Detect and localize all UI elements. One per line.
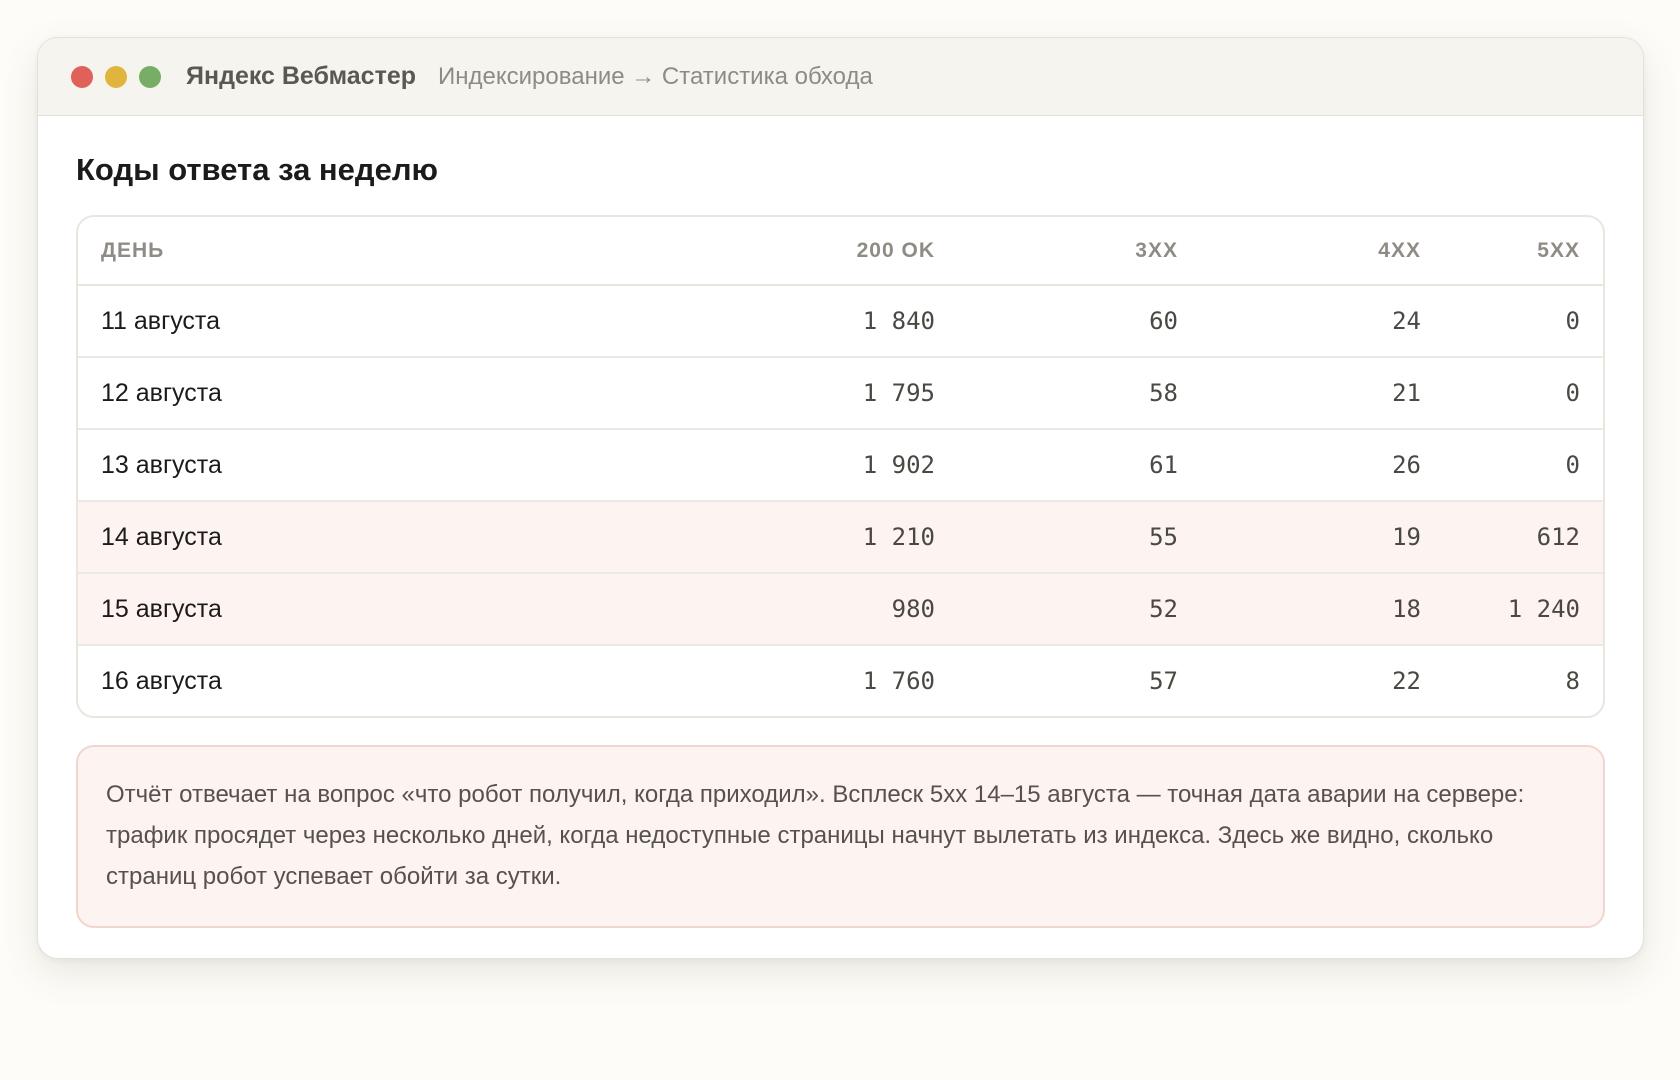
cell-4xx: 18	[1178, 573, 1421, 646]
cell-5xx: 0	[1421, 429, 1603, 502]
column-header-4xx: 4xx	[1178, 217, 1421, 286]
cell-3xx: 57	[1149, 667, 1178, 695]
cell-3xx: 55	[935, 501, 1178, 574]
table-header-row: День 200 OK 3xx 4xx 5xx	[78, 217, 1603, 286]
minimize-window-button[interactable]	[105, 65, 127, 88]
response-codes-table: День 200 OK 3xx 4xx 5xx 11 августа 1 840 6…	[78, 217, 1603, 716]
column-header-day: День	[78, 217, 645, 286]
table-row: 14 августа 1 210 55 19 612	[78, 501, 1603, 574]
cell-5xx: 8	[1565, 667, 1580, 695]
table-row: 12 августа 1 795 58 21 0	[78, 357, 1603, 430]
cell-200-ok: 1 795	[645, 357, 935, 430]
browser-window: Яндекс Вебмастер Индексирование → Статис…	[37, 37, 1644, 959]
column-header-5xx: 5xx	[1421, 217, 1603, 286]
breadcrumb[interactable]: Индексирование → Статистика обхода	[438, 63, 873, 91]
page-title: Коды ответа за неделю	[76, 152, 438, 187]
cell-200-ok: 980	[645, 573, 935, 646]
cell-5xx: 612	[1421, 501, 1603, 574]
info-note: Отчёт отвечает на вопрос «что робот полу…	[76, 745, 1605, 928]
cell-4xx: 24	[1178, 285, 1421, 358]
cell-5xx: 0	[1421, 285, 1603, 358]
response-codes-table-card: День 200 OK 3xx 4xx 5xx 11 августа 1 840 6…	[76, 215, 1605, 718]
cell-200-ok: 1 760	[862, 667, 935, 695]
cell-200-ok: 1 840	[645, 285, 935, 358]
cell-day: 16 августа	[101, 666, 222, 695]
cell-day: 11 августа	[78, 285, 645, 358]
cell-day: 13 августа	[78, 429, 645, 502]
title-bar: Яндекс Вебмастер Индексирование → Статис…	[38, 38, 1643, 116]
cell-4xx: 26	[1178, 429, 1421, 502]
cell-4xx: 22	[1392, 667, 1421, 695]
cell-200-ok: 1 210	[645, 501, 935, 574]
cell-3xx: 60	[935, 285, 1178, 358]
table-row: 16 августа 1 760 57 22 8	[78, 645, 1603, 716]
app-title: Яндекс Вебмастер	[186, 62, 417, 90]
cell-5xx: 1 240	[1421, 573, 1603, 646]
cell-3xx: 52	[935, 573, 1178, 646]
close-window-button[interactable]	[71, 65, 93, 88]
table-body: 11 августа 1 840 60 24 0 12 августа 1 795 58 21 0…	[78, 285, 1603, 716]
table-row: 13 августа 1 902 61 26 0	[78, 429, 1603, 502]
cell-200-ok: 1 902	[645, 429, 935, 502]
cell-3xx: 61	[935, 429, 1178, 502]
cell-day: 14 августа	[78, 501, 645, 574]
cell-day: 15 августа	[78, 573, 645, 646]
main-content: Коды ответа за неделю День 200 OK 3xx 4x…	[38, 154, 1643, 928]
column-header-3xx: 3xx	[935, 217, 1178, 286]
maximize-window-button[interactable]	[139, 65, 161, 88]
table-row: 11 августа 1 840 60 24 0	[78, 285, 1603, 358]
cell-4xx: 21	[1178, 357, 1421, 430]
cell-5xx: 0	[1421, 357, 1603, 430]
cell-3xx: 58	[935, 357, 1178, 430]
info-note-text: Отчёт отвечает на вопрос «что робот полу…	[106, 781, 1525, 890]
cell-day: 12 августа	[78, 357, 645, 430]
cell-4xx: 19	[1178, 501, 1421, 574]
column-header-200-ok: 200 OK	[645, 217, 935, 286]
table-row: 15 августа 980 52 18 1 240	[78, 573, 1603, 646]
